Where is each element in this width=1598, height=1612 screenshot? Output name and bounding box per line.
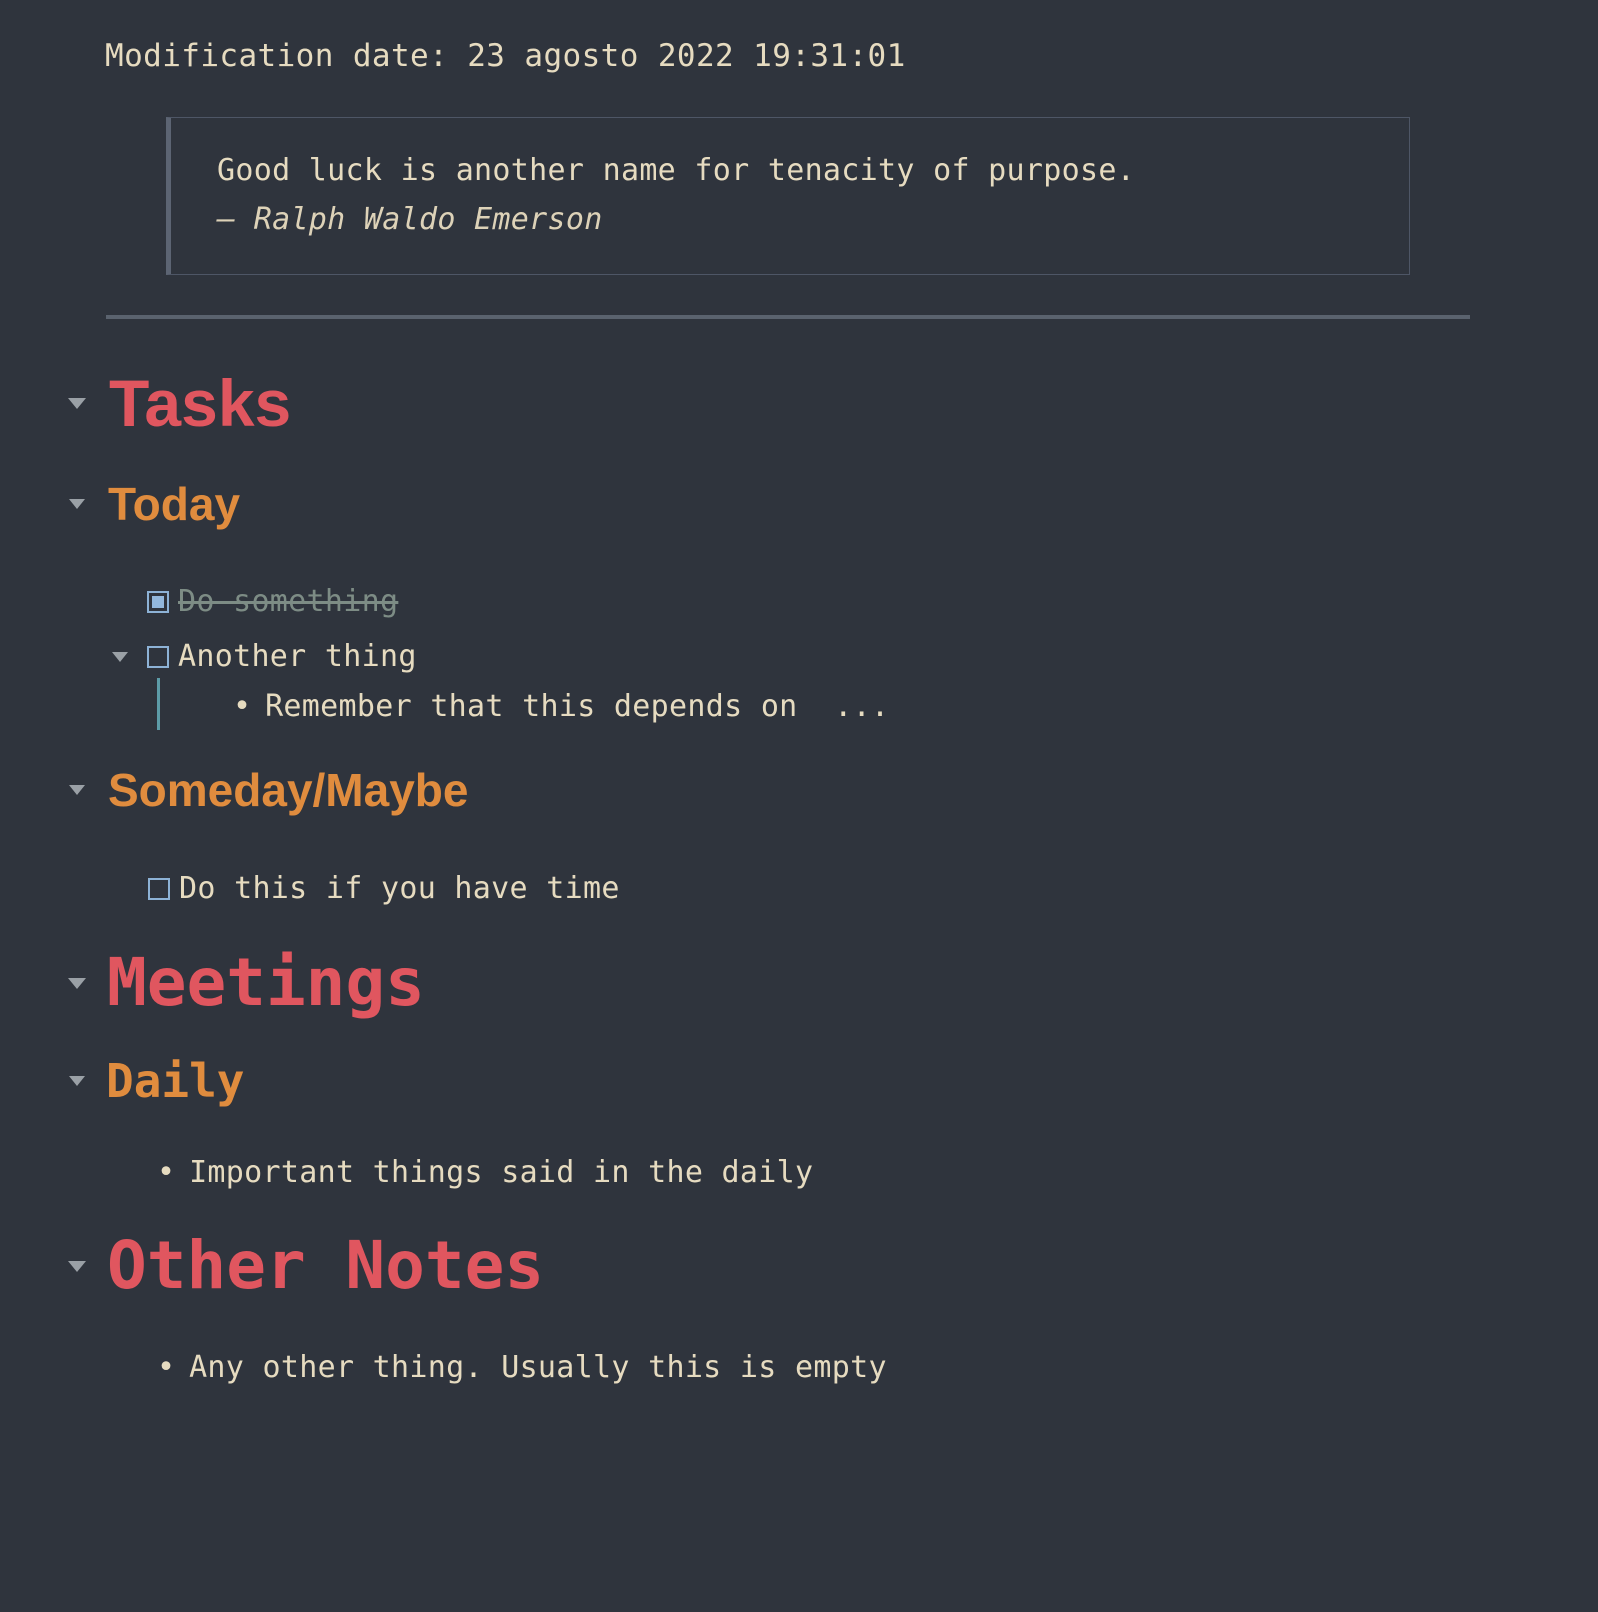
modification-date: Modification date: 23 agosto 2022 19:31:… (105, 38, 906, 74)
bullet-icon: • (157, 1350, 176, 1385)
checkbox-unchecked-icon[interactable] (147, 645, 169, 668)
heading-other-notes: Other Notes (107, 1227, 545, 1304)
horizontal-rule (106, 315, 1470, 319)
note-page: Modification date: 23 agosto 2022 19:31:… (0, 0, 1598, 1612)
collapse-triangle-icon[interactable] (68, 1260, 86, 1272)
heading-row-tasks: Tasks (68, 370, 291, 436)
list-item-label: Important things said in the daily (189, 1155, 814, 1190)
checkbox-unchecked-icon[interactable] (148, 877, 170, 900)
list-item-label: Any other thing. Usually this is empty (189, 1350, 887, 1385)
collapse-triangle-icon[interactable] (69, 499, 85, 509)
collapse-triangle-icon[interactable] (112, 651, 128, 662)
heading-tasks: Tasks (109, 366, 292, 440)
heading-row-daily: Daily (69, 1058, 244, 1104)
heading-row-meetings: Meetings (68, 950, 425, 1016)
checkbox-checked-icon[interactable] (147, 590, 169, 613)
task-item-another-thing[interactable]: Another thing (112, 639, 417, 674)
heading-today: Today (108, 478, 241, 530)
task-label: Do something (178, 584, 399, 619)
list-item-remember: • Remember that this depends on ... (233, 689, 889, 724)
heading-row-someday-maybe: Someday/Maybe (69, 767, 468, 813)
collapse-triangle-icon[interactable] (69, 785, 85, 795)
heading-row-other-notes: Other Notes (68, 1233, 544, 1299)
collapse-triangle-icon[interactable] (68, 397, 86, 409)
quote-attribution: — Ralph Waldo Emerson (217, 202, 603, 237)
task-label: Do this if you have time (179, 871, 620, 906)
task-label: Another thing (178, 639, 417, 674)
quote-text: Good luck is another name for tenacity o… (217, 153, 1136, 188)
task-item-do-something[interactable]: Do something (147, 584, 398, 619)
quote-blockquote: Good luck is another name for tenacity o… (166, 117, 1410, 275)
list-item-other-note: • Any other thing. Usually this is empty (157, 1350, 887, 1385)
heading-row-today: Today (69, 481, 240, 527)
bullet-icon: • (233, 689, 252, 724)
bullet-icon: • (157, 1155, 176, 1190)
indent-guide-line (157, 678, 160, 730)
heading-meetings: Meetings (107, 944, 425, 1021)
collapse-triangle-icon[interactable] (69, 1076, 85, 1086)
heading-someday-maybe: Someday/Maybe (108, 764, 469, 816)
task-item-do-this-if-time[interactable]: Do this if you have time (148, 871, 620, 906)
heading-daily: Daily (106, 1054, 245, 1108)
list-item-label: Remember that this depends on ... (265, 689, 890, 724)
list-item-daily-note: • Important things said in the daily (157, 1155, 813, 1190)
collapse-triangle-icon[interactable] (68, 977, 86, 989)
